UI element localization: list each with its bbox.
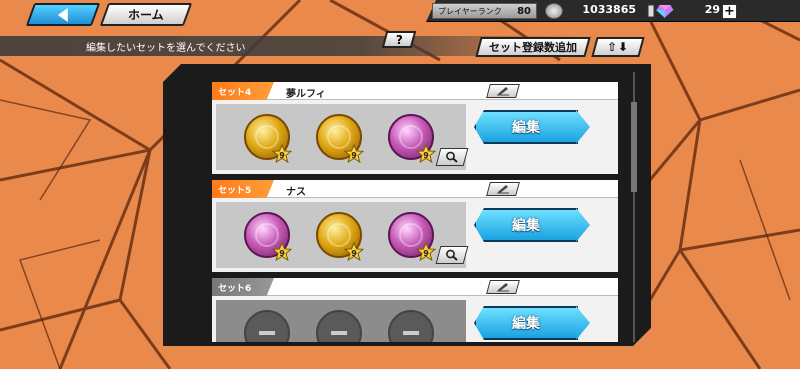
help-label: ? xyxy=(395,32,403,47)
magnifier-icon xyxy=(446,151,458,163)
edit-set-label: 編集 xyxy=(512,218,540,234)
empty-dash-icon xyxy=(403,331,419,335)
star-rank: 9 xyxy=(423,150,429,160)
edit-set-button[interactable]: 編集 xyxy=(474,208,578,242)
pencil-icon xyxy=(497,87,509,96)
set-header: セット5 ナス xyxy=(212,180,618,198)
sort-arrows-icon: ⇧⬇ xyxy=(606,40,630,54)
set-list[interactable]: セット4 夢ルフィ 9 9 9 編集 セット5 ナス 9 9 9 編集 セット6… xyxy=(206,72,624,342)
star-rank: 9 xyxy=(423,248,429,258)
pencil-icon xyxy=(497,283,509,292)
edit-arrow-icon xyxy=(576,306,590,340)
gem-value: 29 xyxy=(704,3,720,16)
help-button[interactable]: ? xyxy=(381,31,417,48)
edit-set-label: 編集 xyxy=(512,120,540,136)
magnifier-icon xyxy=(446,249,458,261)
home-button-label: ホーム xyxy=(128,8,164,22)
rename-set-button[interactable] xyxy=(486,84,520,98)
player-rank: プレイヤーランク 80 xyxy=(432,3,537,19)
empty-medal-slot[interactable] xyxy=(388,310,434,342)
rename-set-button[interactable] xyxy=(486,182,520,196)
add-set-label: セット登録数追加 xyxy=(489,41,577,54)
medal-slots: 9 9 9 xyxy=(216,202,469,268)
rank-label: プレイヤーランク xyxy=(438,6,502,16)
edit-arrow-icon xyxy=(576,110,590,144)
set-tag: セット4 xyxy=(212,82,274,100)
edit-set-button[interactable]: 編集 xyxy=(474,110,578,144)
empty-dash-icon xyxy=(331,331,347,335)
empty-medal-slot[interactable] xyxy=(316,310,362,342)
empty-medal-slot[interactable] xyxy=(244,310,290,342)
set-card: セット6 編集 xyxy=(212,278,618,342)
rename-set-button[interactable] xyxy=(486,280,520,294)
empty-dash-icon xyxy=(259,331,275,335)
back-button[interactable] xyxy=(25,3,101,26)
edit-arrow-icon xyxy=(576,208,590,242)
set-tag: セット6 xyxy=(212,278,274,296)
rank-value: 80 xyxy=(517,5,531,17)
coin-icon xyxy=(545,3,563,19)
back-arrow-icon xyxy=(58,7,68,22)
sort-button[interactable]: ⇧⬇ xyxy=(591,37,645,57)
scroll-thumb[interactable] xyxy=(631,102,637,192)
set-card: セット4 夢ルフィ 9 9 9 編集 xyxy=(212,82,618,174)
set-name: ナス xyxy=(286,187,306,198)
add-gems-button[interactable]: + xyxy=(722,4,737,19)
edit-set-label: 編集 xyxy=(512,316,540,332)
set-list-scrollbar[interactable] xyxy=(628,72,640,342)
star-rank: 9 xyxy=(279,248,285,258)
star-rank: 9 xyxy=(351,150,357,160)
medal-slots: 9 9 9 xyxy=(216,104,469,170)
set-header: セット6 xyxy=(212,278,618,296)
home-button[interactable]: ホーム xyxy=(99,3,193,26)
coin-value: 1033865 xyxy=(582,3,636,16)
gem-icon xyxy=(647,4,675,19)
medal-search-button[interactable] xyxy=(435,148,469,166)
pencil-icon xyxy=(497,185,509,194)
star-rank: 9 xyxy=(351,248,357,258)
set-name: 夢ルフィ xyxy=(286,89,326,100)
star-rank: 9 xyxy=(279,150,285,160)
medal-search-button[interactable] xyxy=(435,246,469,264)
add-set-slots-button[interactable]: セット登録数追加 xyxy=(475,37,591,57)
instruction-text: 編集したいセットを選んでください xyxy=(86,43,246,54)
medal-slots xyxy=(216,300,466,342)
set-header: セット4 夢ルフィ xyxy=(212,82,618,100)
edit-set-button[interactable]: 編集 xyxy=(474,306,578,340)
set-card: セット5 ナス 9 9 9 編集 xyxy=(212,180,618,272)
set-tag: セット5 xyxy=(212,180,274,198)
